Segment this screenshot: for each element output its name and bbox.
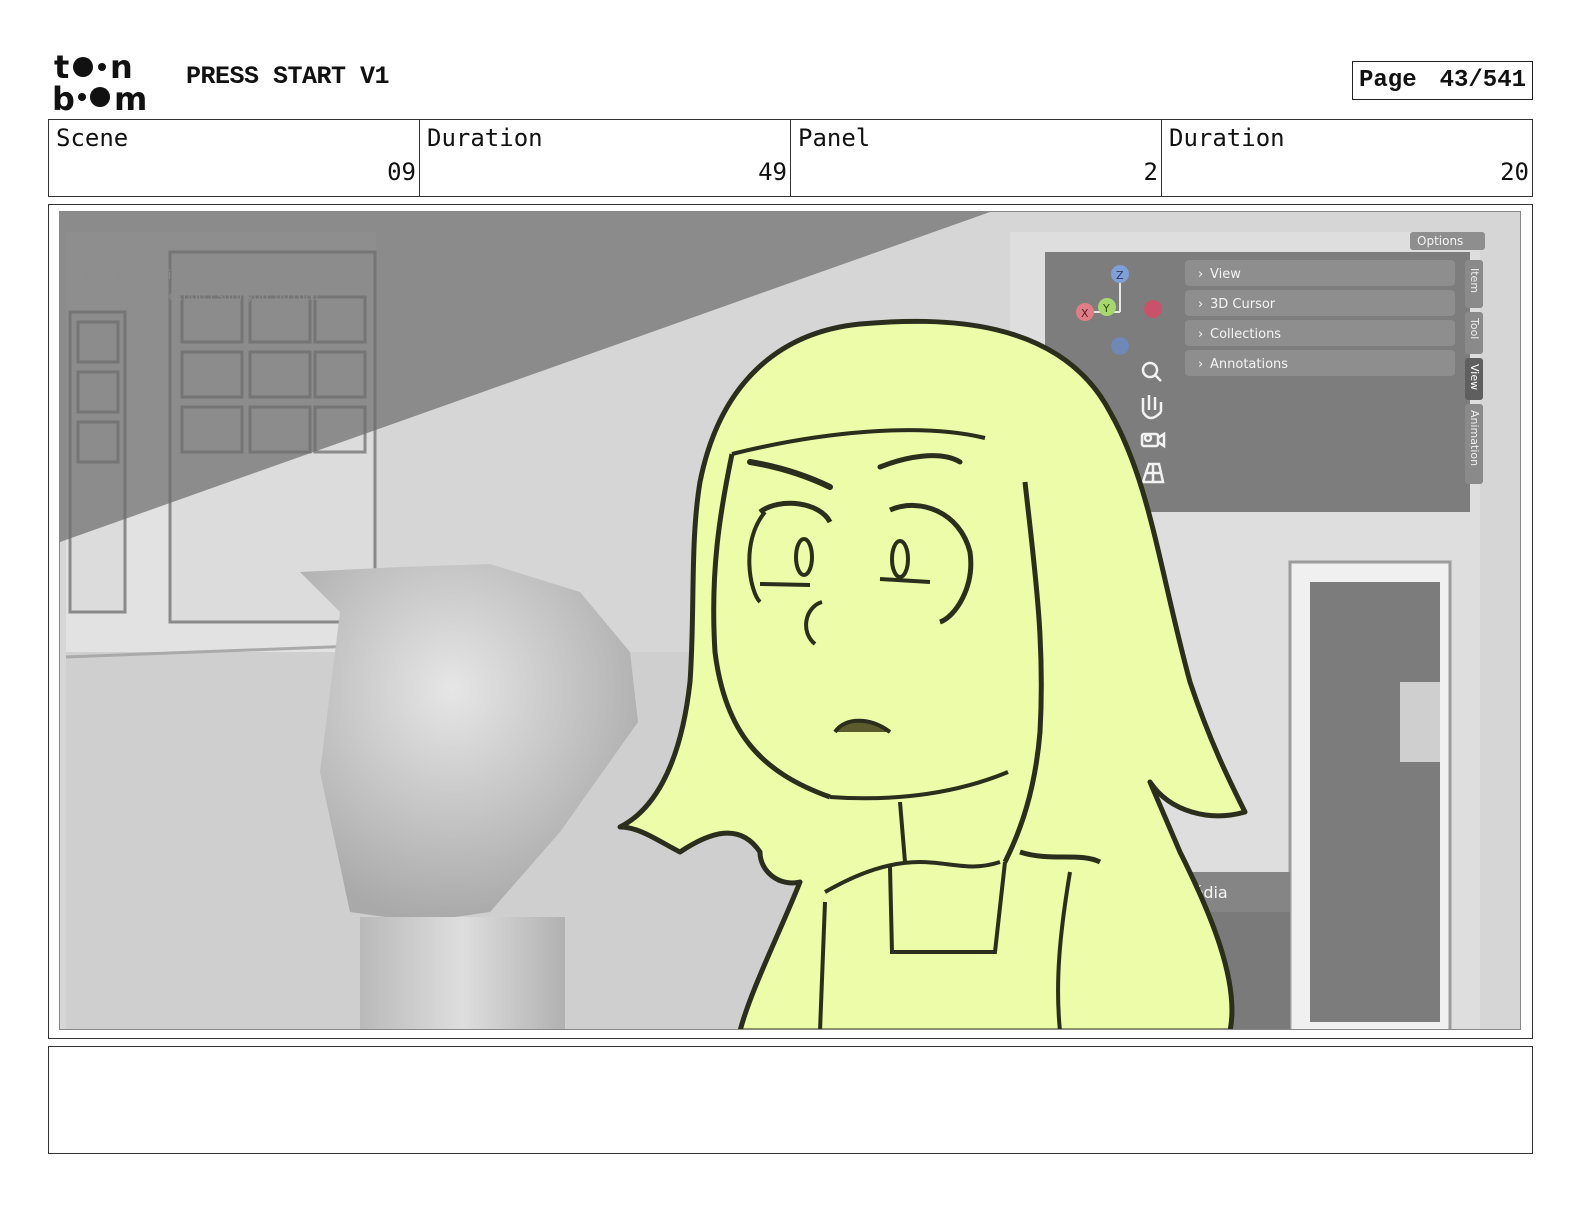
- svg-text:›: ›: [1198, 297, 1203, 312]
- svg-text:›: ›: [1198, 327, 1203, 342]
- panel-duration-value: 20: [1500, 158, 1529, 186]
- svg-text:›: ›: [1198, 267, 1203, 282]
- collection-label: (1) Scene Collection | sunny06_001681: [85, 289, 321, 303]
- svg-text:Item: Item: [1468, 268, 1481, 293]
- svg-text:Animation: Animation: [1468, 410, 1481, 466]
- svg-text:3D Cursor: 3D Cursor: [1210, 297, 1276, 312]
- panel-frame: multimédia Z Y X: [48, 204, 1533, 1039]
- project-title: PRESS START V1: [186, 62, 390, 91]
- panel-cell: Panel 2: [790, 120, 1161, 196]
- svg-text:View: View: [1468, 364, 1481, 390]
- side-tabs: Item Tool View Animation: [1465, 260, 1483, 484]
- svg-text:Tool: Tool: [1468, 317, 1481, 339]
- svg-text:X: X: [1081, 307, 1089, 320]
- page-label: Page: [1359, 67, 1417, 94]
- panel-duration-label: Duration: [1169, 124, 1285, 152]
- svg-text:View: View: [1210, 267, 1241, 282]
- options-label: Options: [1417, 234, 1463, 248]
- svg-text:b: b: [52, 80, 75, 112]
- svg-text:Z: Z: [1116, 269, 1124, 282]
- panel-duration-cell: Duration 20: [1161, 120, 1532, 196]
- page-indicator: Page 43/541: [1352, 61, 1533, 100]
- svg-text:›: ›: [1198, 357, 1203, 372]
- panel-info-row: Scene 09 Duration 49 Panel 2 Duration 20: [48, 119, 1533, 197]
- scene-cell: Scene 09: [49, 120, 419, 196]
- svg-text:Y: Y: [1102, 302, 1110, 315]
- mannequin-neck: [360, 917, 565, 1029]
- panel-value: 2: [1143, 158, 1158, 186]
- panel-notes: [48, 1046, 1533, 1154]
- scene-value: 09: [387, 158, 416, 186]
- door-interior: [1310, 582, 1440, 1022]
- panel-label: Panel: [798, 124, 871, 152]
- scene-duration-cell: Duration 49: [419, 120, 790, 196]
- door-switch: [1400, 682, 1440, 762]
- toon-boom-logo: t n b m: [52, 50, 147, 112]
- panel-image: multimédia Z Y X: [59, 211, 1521, 1030]
- svg-text:m: m: [114, 80, 147, 112]
- page-number: 43/541: [1439, 67, 1526, 94]
- perspective-label: User Perspective: [85, 268, 186, 282]
- svg-text:Annotations: Annotations: [1210, 357, 1288, 372]
- scene-label: Scene: [56, 124, 129, 152]
- scene-duration-label: Duration: [427, 124, 543, 152]
- scene-duration-value: 49: [758, 158, 787, 186]
- svg-text:Collections: Collections: [1210, 327, 1281, 342]
